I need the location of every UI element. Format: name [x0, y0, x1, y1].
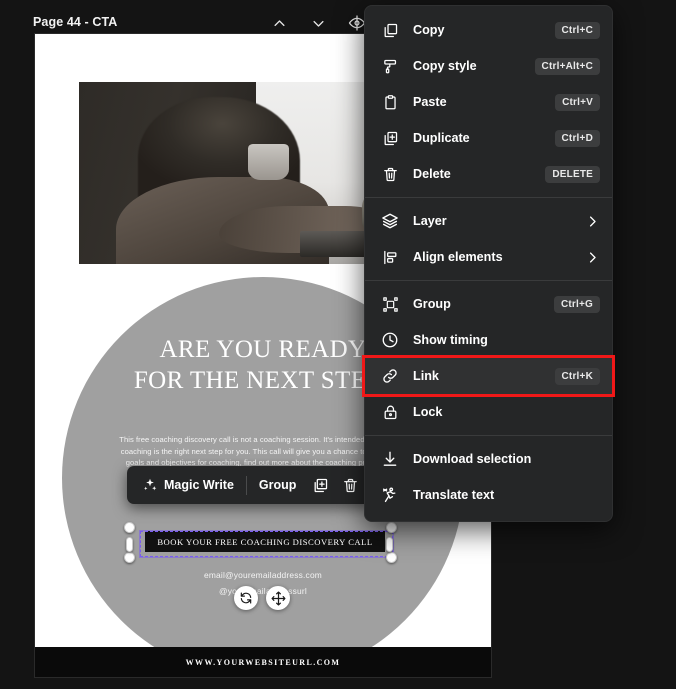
duplicate-icon: [379, 127, 401, 149]
move-handle[interactable]: [266, 586, 290, 610]
group-icon: [379, 293, 401, 315]
menu-item-copy-label: Copy: [413, 23, 445, 37]
menu-item-align-elements-label: Align elements: [413, 250, 503, 264]
clock-icon: [379, 329, 401, 351]
chevron-right-icon: [585, 250, 600, 265]
menu-item-copy-style-label: Copy style: [413, 59, 477, 73]
copy-icon: [379, 19, 401, 41]
menu-separator: [365, 280, 612, 281]
contact-social-handle[interactable]: @youremailaddressurl: [35, 586, 491, 596]
menu-item-link[interactable]: Link Ctrl+K: [365, 358, 612, 394]
slide-footer-url: WWW.YOURWEBSITEURL.COM: [185, 657, 341, 667]
photo-coffee-cup: [248, 143, 289, 181]
chevron-up-icon[interactable]: [268, 12, 290, 34]
menu-item-group-shortcut: Ctrl+G: [553, 295, 600, 313]
resize-handle-middle-right[interactable]: [386, 537, 393, 552]
canvas-editor-screen: Page 44 - CTA ARE YOU READY FOR THE NEXT…: [0, 0, 676, 689]
menu-item-paste[interactable]: Paste Ctrl+V: [365, 84, 612, 120]
menu-item-duplicate-shortcut: Ctrl+D: [554, 129, 600, 147]
menu-item-align-elements[interactable]: Align elements: [365, 239, 612, 275]
menu-item-delete[interactable]: Delete DELETE: [365, 156, 612, 192]
menu-item-duplicate[interactable]: Duplicate Ctrl+D: [365, 120, 612, 156]
menu-item-layer[interactable]: Layer: [365, 203, 612, 239]
menu-item-copy-shortcut: Ctrl+C: [554, 21, 600, 39]
menu-item-lock[interactable]: Lock: [365, 394, 612, 430]
chevron-down-icon[interactable]: [307, 12, 329, 34]
page-header-actions: [268, 12, 368, 34]
trash-icon[interactable]: [335, 470, 365, 500]
magic-write-label: Magic Write: [164, 478, 234, 492]
resize-handle-top-right[interactable]: [386, 522, 397, 533]
download-icon: [379, 448, 401, 470]
menu-item-delete-label: Delete: [413, 167, 451, 181]
menu-item-link-label: Link: [413, 369, 439, 383]
menu-item-show-timing[interactable]: Show timing: [365, 322, 612, 358]
chevron-right-icon: [585, 214, 600, 229]
menu-item-copy-style[interactable]: Copy style Ctrl+Alt+C: [365, 48, 612, 84]
toolbar-divider: [245, 475, 247, 495]
magic-write-button[interactable]: Magic Write: [133, 471, 243, 499]
resize-handle-top-left[interactable]: [124, 522, 135, 533]
lock-icon: [379, 401, 401, 423]
align-icon: [379, 246, 401, 268]
menu-item-copy-style-shortcut: Ctrl+Alt+C: [534, 57, 600, 75]
menu-item-group-label: Group: [413, 297, 451, 311]
menu-item-show-timing-label: Show timing: [413, 333, 488, 347]
resize-handle-bottom-right[interactable]: [386, 552, 397, 563]
page-title: Page 44 - CTA: [33, 15, 118, 29]
menu-item-paste-shortcut: Ctrl+V: [555, 93, 600, 111]
menu-item-translate-text-label: Translate text: [413, 488, 495, 502]
menu-item-lock-label: Lock: [413, 405, 443, 419]
slide-footer-bar: WWW.YOURWEBSITEURL.COM: [35, 647, 491, 677]
resize-handle-bottom-left[interactable]: [124, 552, 135, 563]
layers-icon: [379, 210, 401, 232]
link-icon: [379, 365, 401, 387]
floating-selection-toolbar: Magic Write Group: [127, 466, 372, 504]
group-button[interactable]: Group: [250, 472, 306, 498]
trash-icon: [379, 163, 401, 185]
group-button-label: Group: [258, 478, 297, 492]
translate-icon: [379, 484, 401, 506]
menu-item-download-selection[interactable]: Download selection: [365, 441, 612, 477]
menu-item-duplicate-label: Duplicate: [413, 131, 470, 145]
menu-item-layer-label: Layer: [413, 214, 447, 228]
menu-item-copy[interactable]: Copy Ctrl+C: [365, 12, 612, 48]
context-menu: Copy Ctrl+C Copy style Ctrl+Alt+C Paste …: [364, 5, 613, 522]
menu-item-link-shortcut: Ctrl+K: [554, 367, 600, 385]
menu-item-delete-shortcut: DELETE: [545, 165, 600, 183]
menu-item-group[interactable]: Group Ctrl+G: [365, 286, 612, 322]
duplicate-icon[interactable]: [305, 470, 335, 500]
selection-bounding-box: [139, 530, 394, 558]
resize-handle-middle-left[interactable]: [126, 537, 133, 552]
paint-roller-icon: [379, 55, 401, 77]
contact-email[interactable]: email@youremailaddress.com: [35, 570, 491, 580]
menu-separator: [365, 197, 612, 198]
sparkle-icon: [142, 477, 158, 493]
menu-item-paste-label: Paste: [413, 95, 447, 109]
menu-item-download-selection-label: Download selection: [413, 452, 532, 466]
menu-separator: [365, 435, 612, 436]
rotate-handle[interactable]: [234, 586, 258, 610]
clipboard-icon: [379, 91, 401, 113]
menu-item-translate-text[interactable]: Translate text: [365, 477, 612, 513]
